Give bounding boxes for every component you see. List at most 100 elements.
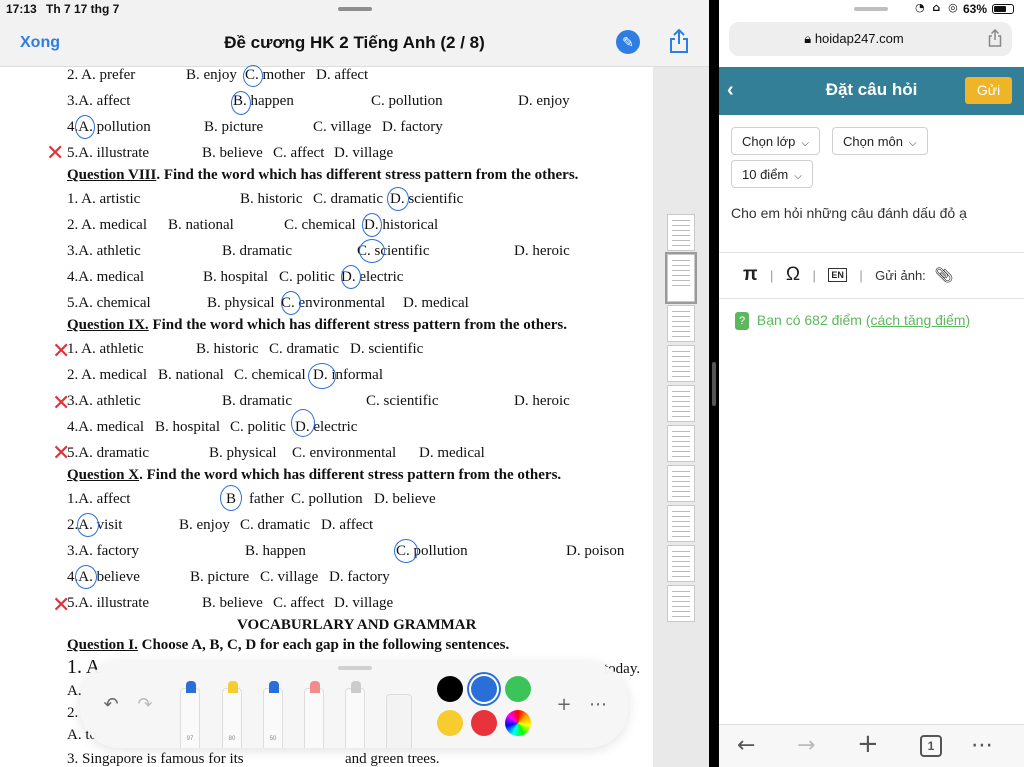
select-subject[interactable]: Chọn môn ⌵ [832,127,928,155]
page-thumbnail[interactable] [667,385,695,422]
tool-size-label: 97 [186,736,194,742]
question-instruction: Choose A, B, C, D for each gap in the fo… [137,637,510,653]
lasso-tool[interactable] [345,681,365,748]
browser-toolbar: ← → + 1 ⋯ [719,724,1024,767]
ruler-tool[interactable] [386,694,412,748]
plus-icon[interactable]: + [857,729,879,759]
answer-option: B. historic [240,191,303,207]
divider-handle[interactable] [712,362,716,406]
select-points-label: 10 điểm [742,167,789,182]
red-x-annotation: ✕ [52,339,71,364]
pencil-tool[interactable]: 50 [263,681,283,748]
answer-option: D. village [334,145,394,161]
answer-option: B. physical [207,295,275,311]
more-icon[interactable]: ⋯ [585,692,611,718]
chevron-down-icon: ⌵ [908,138,917,149]
undo-icon[interactable]: ↶ [98,692,124,718]
upload-image-label: Gửi ảnh: [875,267,926,283]
eraser-tip-icon [310,681,320,693]
answer-option: B. dramatic [222,393,292,409]
pi-icon[interactable]: π [743,264,758,286]
answer-option: B. physical [209,445,277,461]
question-heading: Question I. Choose A, B, C, D for each g… [67,637,509,654]
question-label: Question I. [67,637,138,653]
red-x-annotation: ✕ [46,141,65,166]
answer-option: and green trees. [345,751,440,767]
en-keyboard-icon[interactable]: EN [828,268,847,282]
separator: | [859,267,863,283]
points-info: ? Bạn có 682 điểm (cách tăng điểm) [735,312,970,331]
answer-option: 1. A. artistic [67,191,141,207]
color-swatch[interactable] [471,710,497,736]
page-thumbnails [665,214,697,625]
answer-option: 1.A. affect [67,491,131,507]
divider [719,252,1024,253]
omega-icon[interactable]: Ω [786,264,800,286]
page-thumbnail[interactable] [667,585,695,622]
tabs-button[interactable]: 1 [920,735,942,757]
page-thumbnail[interactable] [667,465,695,502]
color-swatch[interactable] [505,676,531,702]
answer-option: 2. A. prefer [67,67,136,83]
page-thumbnail[interactable] [667,345,695,382]
color-swatch[interactable] [471,676,497,702]
arrow-right-icon[interactable]: → [797,733,815,758]
pen-circle-annotation [394,539,418,563]
color-swatch[interactable] [437,676,463,702]
plus-icon[interactable]: + [551,692,577,718]
answer-option: D. village [334,595,394,611]
answer-option: C. village [313,119,372,135]
redo-icon[interactable]: ↷ [132,692,158,718]
pen-tip-icon [186,681,196,693]
answer-option: 5.A. illustrate [67,145,150,161]
pen-tool[interactable]: 97 [180,681,200,748]
more-icon[interactable]: ⋯ [971,733,993,758]
question-textarea[interactable]: Cho em hỏi những câu đánh dấu đỏ ạ [731,205,967,221]
window-grabber[interactable] [338,7,372,11]
share-icon[interactable] [988,29,1002,47]
highlighter-tip-icon [228,681,238,693]
share-icon[interactable] [668,28,690,54]
select-points[interactable]: 10 điểm ⌵ [731,160,813,188]
split-view-divider[interactable] [709,0,719,767]
answer-option: C. dramatic [240,517,310,533]
eraser-tool[interactable] [304,681,324,748]
divider [719,298,1024,299]
answer-option: C. village [260,569,319,585]
answer-option: 5.A. illustrate [67,595,150,611]
answer-option: B. dramatic [222,243,292,259]
address-bar[interactable]: 🔒︎ hoidap247.com [729,22,1012,56]
toolbar-handle[interactable] [338,666,372,670]
color-swatch[interactable] [505,710,531,736]
paperclip-icon[interactable]: 📎︎ [934,266,953,284]
select-class[interactable]: Chọn lớp ⌵ [731,127,820,155]
pen-markup-icon[interactable]: ✎ [616,30,640,54]
window-grabber-right[interactable] [854,7,888,11]
page-thumbnail[interactable] [667,214,695,251]
question-label: Question X [67,467,140,483]
question-label: Question VIII [67,167,157,183]
answer-option: B. believe [202,145,263,161]
answer-option: 3. Singapore is famous for its [67,751,244,767]
page-thumbnail[interactable] [667,545,695,582]
send-button[interactable]: Gửi [965,77,1012,104]
select-class-label: Chọn lớp [742,134,796,149]
answer-option: C. pollution [371,93,443,109]
highlighter-tool[interactable]: 80 [222,681,242,748]
site-header: ‹ Đặt câu hỏi Gửi [719,67,1024,115]
answer-option: C. dramatic [313,191,383,207]
arrow-left-icon[interactable]: ← [737,733,755,758]
answer-option: D. enjoy [518,93,570,109]
answer-option: D. medical [403,295,469,311]
page-thumbnail[interactable] [667,425,695,462]
answer-option: B. national [158,367,224,383]
page-thumbnail[interactable] [665,252,697,304]
separator: | [812,267,816,283]
color-swatch[interactable] [437,710,463,736]
page-thumbnail[interactable] [667,305,695,342]
answer-option: father [249,491,284,507]
answer-option: C. affect [273,145,325,161]
answer-option: D. affect [316,67,369,83]
page-thumbnail[interactable] [667,505,695,542]
increase-points-link[interactable]: (cách tăng điểm) [866,312,970,328]
